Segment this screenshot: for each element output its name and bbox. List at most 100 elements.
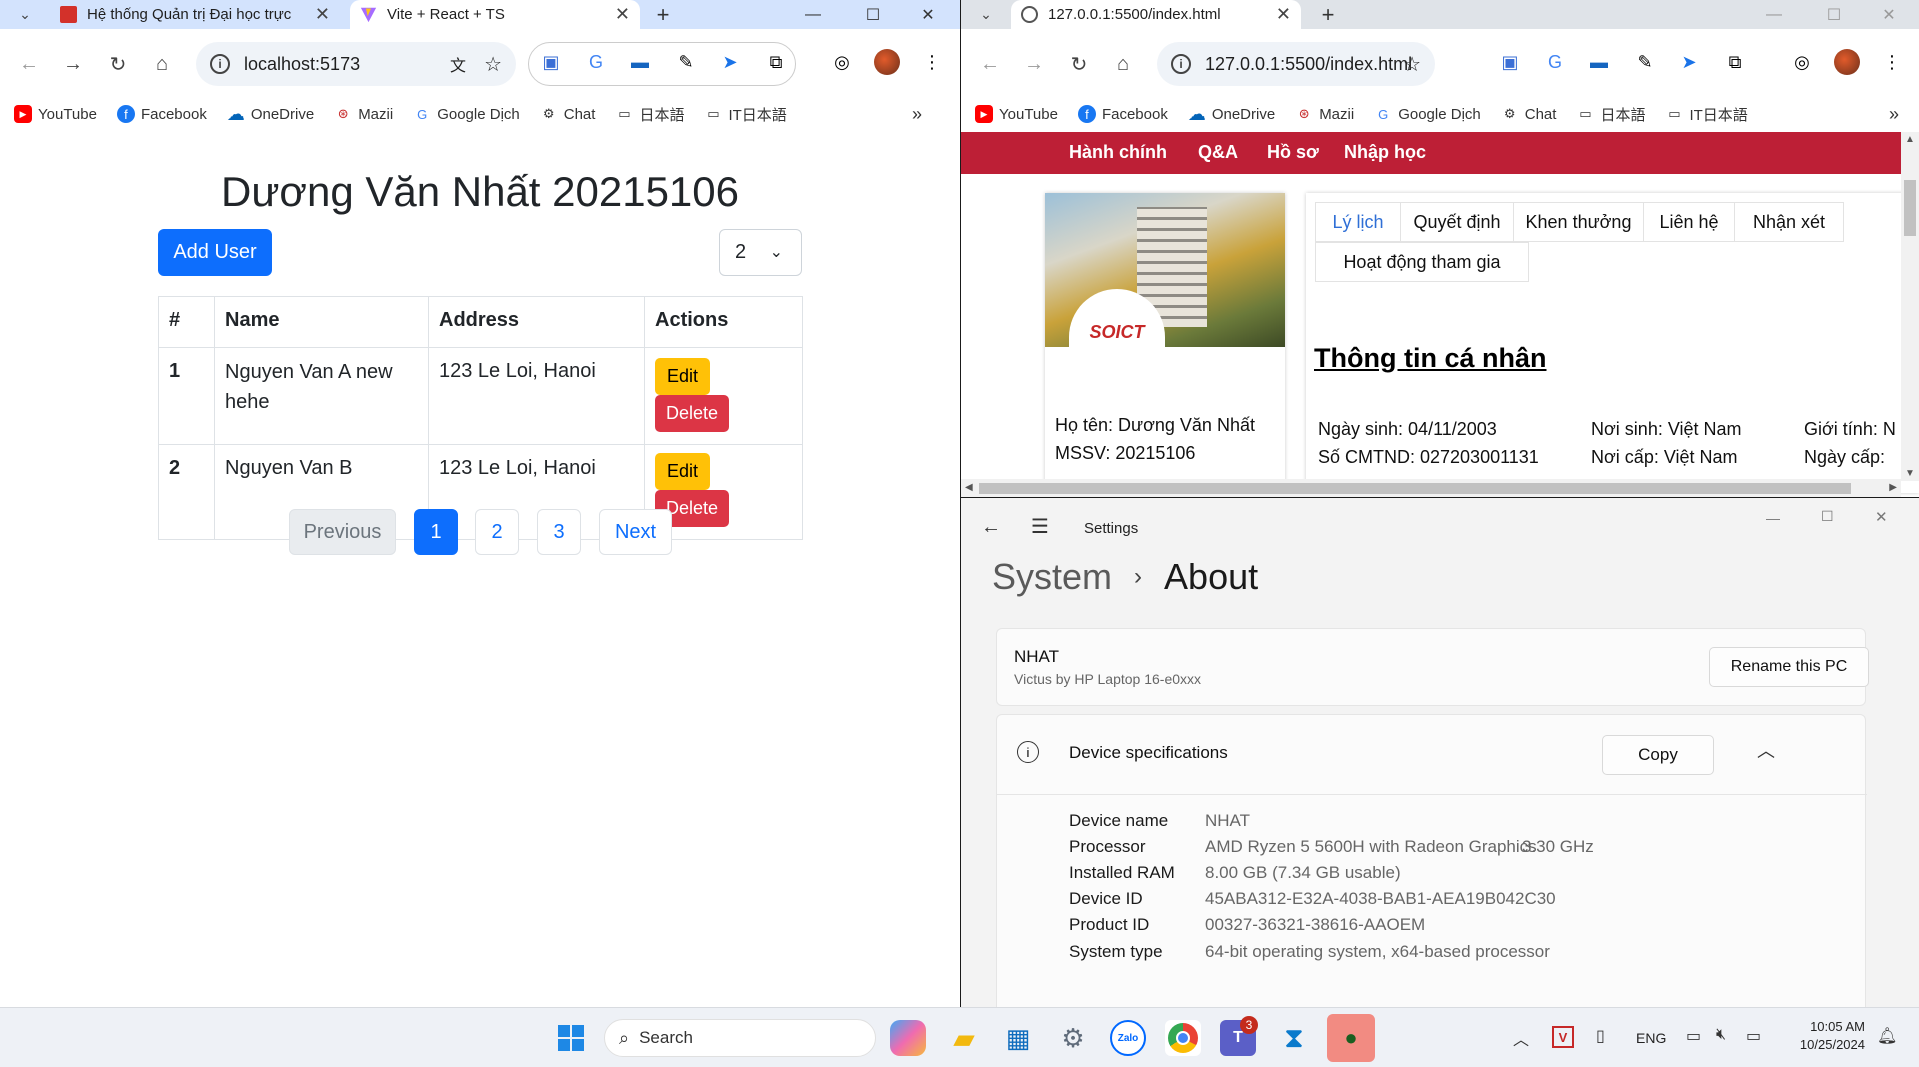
close-window-button[interactable]: ✕ xyxy=(905,0,951,29)
pagination-next[interactable]: Next xyxy=(599,509,672,555)
rename-pc-button[interactable]: Rename this PC xyxy=(1709,647,1869,687)
bookmark-youtube[interactable]: ▶ YouTube xyxy=(14,105,97,123)
pagination-page-1[interactable]: 1 xyxy=(414,509,458,555)
edit-button[interactable]: Edit xyxy=(655,358,711,395)
horizontal-scrollbar[interactable]: ◀ ▶ xyxy=(961,479,1901,497)
bookmark-chat[interactable]: ⚙ Chat xyxy=(1501,105,1557,123)
minimize-button[interactable]: — xyxy=(1766,510,1780,526)
bookmark-folder-it-japanese[interactable]: ▭ IT日本語 xyxy=(1665,104,1748,125)
usb-device-icon[interactable]: ▯ xyxy=(1596,1026,1605,1046)
extension-screen-icon[interactable]: ▬ xyxy=(626,48,654,76)
extension-screen-icon[interactable]: ▬ xyxy=(1585,48,1613,76)
tab-vite-react[interactable]: Vite + React + TS ✕ xyxy=(350,0,640,29)
profile-avatar[interactable] xyxy=(873,48,901,76)
extension-cursor-icon[interactable]: ➤ xyxy=(716,48,744,76)
add-user-button[interactable]: Add User xyxy=(158,229,272,276)
chrome-icon[interactable] xyxy=(1165,1020,1201,1056)
edit-button[interactable]: Edit xyxy=(655,453,711,490)
tab-activities[interactable]: Hoạt động tham gia xyxy=(1315,242,1529,282)
bookmark-onedrive[interactable]: ☁ OneDrive xyxy=(1188,104,1275,124)
extension-google-translate-icon[interactable]: G xyxy=(1541,48,1569,76)
tab-search-icon[interactable]: ⌄ xyxy=(971,0,1001,29)
extensions-puzzle-icon[interactable]: ⧉ xyxy=(1721,48,1749,76)
vertical-scrollbar[interactable]: ▲ ▼ xyxy=(1901,132,1919,481)
copy-button[interactable]: Copy xyxy=(1602,735,1714,775)
microsoft-store-icon[interactable]: ▦ xyxy=(1000,1020,1036,1056)
close-tab-icon[interactable]: ✕ xyxy=(1276,4,1291,25)
chevron-up-icon[interactable]: ︿ xyxy=(1757,737,1775,763)
bookmark-facebook[interactable]: f Facebook xyxy=(116,105,207,123)
forward-icon[interactable]: → xyxy=(1019,49,1049,79)
bookmark-onedrive[interactable]: ☁ OneDrive xyxy=(227,104,314,124)
nav-item-profile[interactable]: Hồ sơ xyxy=(1267,142,1319,163)
bookmark-folder-japanese[interactable]: ▭ 日本語 xyxy=(615,104,684,125)
nav-item-qa[interactable]: Q&A xyxy=(1198,142,1238,163)
bookmark-mazii[interactable]: ⊛ Mazii xyxy=(334,105,393,123)
nav-item-enrollment[interactable]: Nhập học xyxy=(1344,142,1426,163)
tab-index-html[interactable]: 127.0.0.1:5500/index.html ✕ xyxy=(1011,0,1301,29)
menu-kebab-icon[interactable]: ⋮ xyxy=(1878,48,1906,76)
performance-icon[interactable]: ◎ xyxy=(1788,48,1816,76)
page-size-select[interactable]: 2 ⌄ xyxy=(719,229,802,276)
scroll-right-arrow-icon[interactable]: ▶ xyxy=(1889,482,1897,493)
bookmarks-overflow-icon[interactable]: » xyxy=(912,104,922,125)
maximize-button[interactable]: ☐ xyxy=(1821,508,1834,525)
tab-contact[interactable]: Liên hệ xyxy=(1643,202,1735,242)
tray-app-icon[interactable]: V xyxy=(1552,1026,1574,1048)
copilot-icon[interactable] xyxy=(890,1020,926,1056)
bookmark-youtube[interactable]: ▶ YouTube xyxy=(975,105,1058,123)
new-tab-button[interactable]: + xyxy=(1305,0,1351,29)
show-hidden-icons-icon[interactable]: ︿ xyxy=(1513,1026,1529,1050)
scroll-down-arrow-icon[interactable]: ▼ xyxy=(1905,468,1915,479)
tab-bio[interactable]: Lý lịch xyxy=(1315,202,1401,242)
scroll-left-arrow-icon[interactable]: ◀ xyxy=(965,482,973,493)
bookmark-star-icon[interactable]: ☆ xyxy=(484,52,502,77)
network-icon[interactable]: ▭ xyxy=(1686,1026,1701,1046)
home-icon[interactable]: ⌂ xyxy=(147,49,177,79)
settings-gear-icon[interactable]: ⚙ xyxy=(1055,1020,1091,1056)
vscode-icon[interactable]: ⧗ xyxy=(1276,1020,1312,1056)
delete-button[interactable]: Delete xyxy=(655,395,730,432)
performance-icon[interactable]: ◎ xyxy=(828,48,856,76)
back-icon[interactable]: ← xyxy=(975,49,1005,79)
translate-icon[interactable]: ⽂ xyxy=(450,52,466,76)
tab-rewards[interactable]: Khen thưởng xyxy=(1513,202,1644,242)
bookmark-folder-it-japanese[interactable]: ▭ IT日本語 xyxy=(704,104,787,125)
tab-comments[interactable]: Nhận xét xyxy=(1734,202,1844,242)
site-info-icon[interactable]: i xyxy=(1171,54,1191,74)
clock[interactable]: 10:05 AM 10/25/2024 xyxy=(1785,1018,1865,1054)
scroll-up-arrow-icon[interactable]: ▲ xyxy=(1905,134,1915,145)
minimize-button[interactable]: — xyxy=(1751,0,1797,29)
tab-university-portal[interactable]: Hệ thống Quản trị Đại học trực ✕ xyxy=(50,0,340,29)
bookmark-google-translate[interactable]: G Google Dịch xyxy=(413,105,520,123)
menu-kebab-icon[interactable]: ⋮ xyxy=(918,48,946,76)
reload-icon[interactable]: ↻ xyxy=(103,49,133,79)
close-window-button[interactable]: ✕ xyxy=(1875,508,1888,526)
pagination-previous[interactable]: Previous xyxy=(289,509,396,555)
start-windows-icon[interactable] xyxy=(553,1020,589,1056)
address-bar[interactable]: i 127.0.0.1:5500/index.html ☆ xyxy=(1157,42,1435,86)
bookmark-facebook[interactable]: f Facebook xyxy=(1077,105,1168,123)
close-tab-icon[interactable]: ✕ xyxy=(315,4,330,25)
breadcrumb-parent[interactable]: System xyxy=(992,556,1112,598)
reload-icon[interactable]: ↻ xyxy=(1064,49,1094,79)
profile-avatar[interactable] xyxy=(1833,48,1861,76)
address-bar[interactable]: i localhost:5173 ⽂ ☆ xyxy=(196,42,516,86)
minimize-button[interactable]: — xyxy=(790,0,836,29)
scrollbar-thumb[interactable] xyxy=(979,483,1851,494)
extension-cursor-icon[interactable]: ➤ xyxy=(1675,48,1703,76)
pagination-page-2[interactable]: 2 xyxy=(475,509,519,555)
zalo-icon[interactable]: Zalo xyxy=(1110,1020,1146,1056)
pagination-page-3[interactable]: 3 xyxy=(537,509,581,555)
extensions-puzzle-icon[interactable]: ⧉ xyxy=(762,48,790,76)
device-specs-header[interactable]: i Device specifications Copy ︿ xyxy=(997,715,1867,795)
hamburger-menu-icon[interactable]: ☰ xyxy=(1031,514,1049,539)
tab-search-icon[interactable]: ⌄ xyxy=(10,0,40,29)
bookmark-chat[interactable]: ⚙ Chat xyxy=(540,105,596,123)
bookmarks-overflow-icon[interactable]: » xyxy=(1889,104,1899,125)
new-tab-button[interactable]: + xyxy=(640,0,686,29)
bookmark-mazii[interactable]: ⊛ Mazii xyxy=(1295,105,1354,123)
file-explorer-icon[interactable]: ▰ xyxy=(946,1020,982,1056)
close-tab-icon[interactable]: ✕ xyxy=(615,4,630,25)
bookmark-star-icon[interactable]: ☆ xyxy=(1403,52,1421,77)
